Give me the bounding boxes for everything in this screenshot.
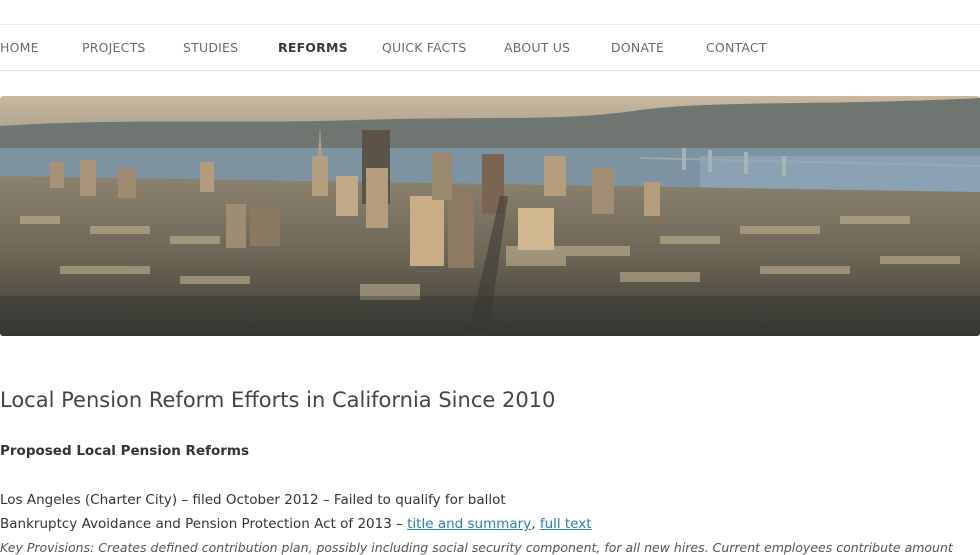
section-heading: Proposed Local Pension Reforms (0, 443, 250, 459)
top-bar (0, 0, 980, 25)
reform-line-bankruptcy-act: Bankruptcy Avoidance and Pension Protect… (0, 516, 592, 532)
nav-item-studies[interactable]: STUDIES (183, 40, 238, 55)
reform-line-los-angeles: Los Angeles (Charter City) – filed Octob… (0, 492, 506, 508)
nav-item-home[interactable]: HOME (0, 40, 39, 55)
nav-item-contact[interactable]: CONTACT (706, 40, 767, 55)
nav-item-quick-facts[interactable]: QUICK FACTS (382, 40, 466, 55)
page-title: Local Pension Reform Efforts in Californ… (0, 388, 556, 412)
city-skyline-image (0, 96, 980, 336)
nav-item-projects[interactable]: PROJECTS (82, 40, 146, 55)
nav-item-donate[interactable]: DONATE (611, 40, 664, 55)
link-separator: , (531, 516, 540, 532)
key-provisions-text: Key Provisions: Creates defined contribu… (0, 540, 953, 555)
reform-act-text: Bankruptcy Avoidance and Pension Protect… (0, 516, 408, 532)
main-nav: HOME PROJECTS STUDIES REFORMS QUICK FACT… (0, 25, 980, 71)
nav-item-reforms[interactable]: REFORMS (278, 40, 348, 55)
full-text-link[interactable]: full text (540, 516, 592, 532)
hero-banner-image (0, 96, 980, 336)
nav-item-about-us[interactable]: ABOUT US (504, 40, 570, 55)
title-and-summary-link[interactable]: title and summary (407, 516, 531, 532)
